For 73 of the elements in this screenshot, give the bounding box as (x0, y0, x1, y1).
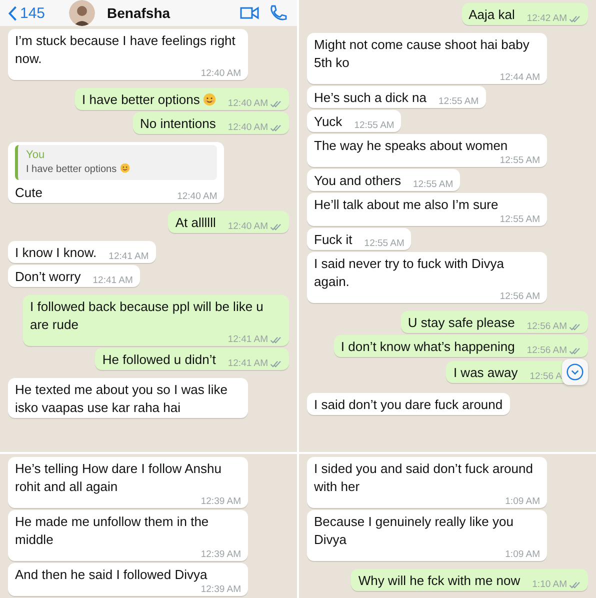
double-check-icon (569, 346, 581, 354)
message-text: I’m stuck because I have feelings right now. (15, 33, 236, 66)
double-check-icon (270, 124, 282, 132)
message-text: Might not come cause shoot hai baby 5th ko (314, 37, 530, 70)
message-text: I said don’t you dare fuck around (314, 397, 503, 412)
quote-text: I have better options (26, 163, 210, 177)
message-time: 12:56 A (528, 371, 562, 382)
message-time: 1:09 AM (504, 549, 540, 560)
message-time: 12:40 AM (216, 122, 282, 133)
message-text: No intentions (140, 116, 216, 131)
message-time: 12:56 AM (498, 291, 540, 302)
chevron-icon (8, 6, 17, 20)
message-time: 12:40 AM (200, 68, 241, 79)
message-time: 12:40 AM (216, 221, 282, 232)
message-text: Don’t worry (15, 269, 81, 284)
message-text: He texted me about you so I was like isko vaapas use kar raha hai (15, 382, 228, 415)
message-time: 12:55 AM (412, 179, 454, 190)
message-time: 12:41 AM (108, 251, 149, 262)
scroll-down-button[interactable] (562, 359, 588, 385)
message-time: 12:56 AM (514, 345, 581, 356)
message-time: 12:56 AM (514, 321, 581, 332)
message-text: And then he said I followed Divya (15, 567, 208, 582)
avatar[interactable] (69, 0, 96, 26)
message-text: I followed back because ppl will be like u are rude (30, 299, 264, 332)
double-check-icon (270, 100, 282, 108)
double-check-icon (569, 580, 581, 588)
message-text: He made me unfollow them in the middle (15, 514, 209, 547)
double-check-icon (569, 322, 581, 330)
message-time: 12:55 AM (498, 214, 540, 225)
message-time: 12:40 AM (176, 191, 218, 202)
message-text: I said never try to fuck with Divya again. (314, 256, 504, 289)
contact-name: Benafsha (107, 5, 172, 21)
message-time: 12:39 AM (200, 496, 241, 507)
message-time: 12:44 AM (498, 72, 540, 83)
message-text: Aaja kal (468, 7, 515, 22)
message-text: He’s such a dick na (314, 90, 426, 105)
double-check-icon (270, 222, 282, 230)
quote-author: You (26, 148, 46, 163)
message-text: Because I genuinely really like you Divya (314, 514, 514, 547)
message-time: 12:41 AM (216, 334, 282, 345)
message-time: 12:55 AM (353, 120, 394, 131)
message-time: 12:39 AM (200, 584, 241, 595)
message-time: 12:55 AM (438, 96, 479, 107)
message-time: 12:55 AM (363, 238, 404, 249)
message-text: I don’t know what’s happening (340, 339, 515, 354)
message-text: I have better options (82, 92, 200, 107)
message-text: I sided you and said don’t fuck around with her (314, 461, 533, 494)
message-text: You and others (314, 173, 401, 188)
message-time: 12:55 AM (498, 155, 540, 166)
message-text: Cute (15, 185, 42, 200)
message-text: He’s telling How dare I follow Anshu rohit and all again (15, 461, 222, 494)
message-text: The way he speaks about women (314, 138, 508, 153)
message-text: I was away (453, 365, 518, 380)
message-time: 12:41 AM (216, 358, 282, 369)
message-text: Why will he fck with me now (358, 573, 520, 588)
message-time: 12:40 AM (216, 98, 282, 109)
message-text: He’ll talk about me also I’m sure (314, 197, 498, 212)
message-time: 12:39 AM (200, 549, 241, 560)
video-call-icon[interactable] (239, 4, 261, 22)
message-text: I know I know. (15, 245, 97, 260)
double-check-icon (569, 14, 581, 22)
message-time: 1:09 AM (504, 496, 540, 507)
message-text: At allllll (175, 215, 216, 230)
message-time: 12:41 AM (92, 275, 133, 286)
message-time: 12:42 AM (514, 13, 581, 24)
message-text: Fuck it (314, 232, 352, 247)
message-text: Yuck (314, 114, 342, 129)
message-time: 1:10 AM (520, 579, 581, 590)
back-button[interactable]: 145 (8, 4, 46, 22)
message-text: He followed u didn’t (102, 352, 216, 367)
double-check-icon (270, 360, 282, 368)
message-text: U stay safe please (408, 315, 515, 330)
double-check-icon (270, 336, 282, 344)
